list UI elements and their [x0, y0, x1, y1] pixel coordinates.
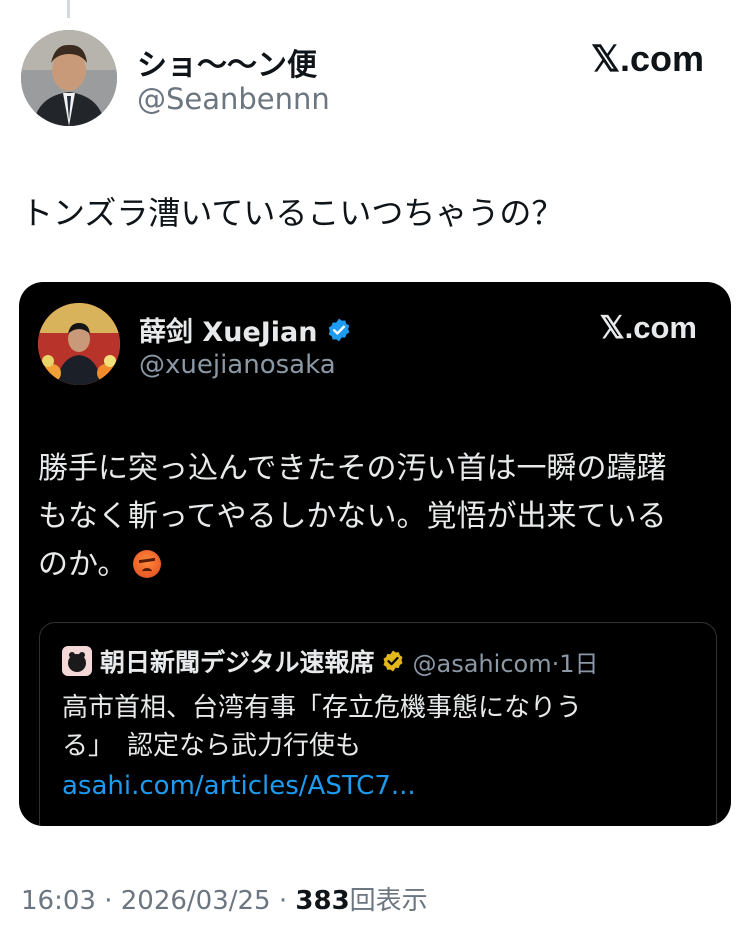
asahi-logo-icon: [62, 646, 92, 676]
embedded-author-handle[interactable]: @xuejianosaka: [139, 350, 336, 380]
embedded-text-line-content: のか。: [38, 547, 128, 582]
quoted-author-display-name[interactable]: 朝日新聞デジタル速報席: [100, 643, 375, 679]
embedded-x-com-logo[interactable]: 𝕏.com: [600, 310, 697, 346]
view-count: 383: [295, 886, 350, 916]
tweet-text: トンズラ漕いているこいつちゃうの？: [21, 194, 564, 232]
quoted-text-line: 高市首相、台湾有事「存立危機事態になりう: [62, 693, 583, 723]
embedded-author-display-name[interactable]: 薛剑 XueJian: [139, 310, 318, 349]
embedded-author-name-row[interactable]: 薛剑 XueJian: [139, 310, 352, 349]
quoted-tweet-text: 高市首相、台湾有事「存立危機事態になりう る」 認定なら武力行使も: [62, 689, 702, 765]
gold-verified-badge-icon: [381, 649, 405, 673]
tweet-time[interactable]: 16:03: [21, 886, 96, 916]
embedded-text-line-last: のか。: [38, 541, 718, 589]
person-avatar-icon: [21, 30, 117, 126]
quoted-text-line: る」 認定なら武力行使も: [62, 731, 362, 761]
verified-badge-icon: [328, 318, 349, 341]
meta-separator: ·: [95, 886, 121, 916]
quoted-time: 1日: [559, 649, 599, 678]
quoted-author-row: 朝日新聞デジタル速報席 @asahicom·1日: [62, 643, 599, 679]
quoted-article-link[interactable]: asahi.com/articles/ASTC7...: [62, 767, 416, 805]
author-handle[interactable]: @Seanbennn: [137, 82, 330, 116]
quoted-author-handle[interactable]: @asahicom·1日: [413, 644, 599, 679]
angry-face-icon: [133, 550, 162, 578]
thread-connector-line: [67, 0, 70, 18]
embedded-text-line: もなく斬ってやるしかない。覚悟が出来ている: [38, 499, 667, 534]
embedded-author-avatar[interactable]: [38, 303, 120, 385]
embedded-person-avatar-icon: [38, 303, 120, 385]
tweet-date[interactable]: 2026/03/25: [121, 886, 271, 916]
embedded-text-line: 勝手に突っ込んできたその汚い首は一瞬の躊躇: [38, 451, 667, 486]
quoted-tweet-card[interactable]: 朝日新聞デジタル速報席 @asahicom·1日 高市首相、台湾有事「存立危機事…: [39, 622, 717, 826]
embedded-tweet-text: 勝手に突っ込んできたその汚い首は一瞬の躊躇 もなく斬ってやるしかない。覚悟が出来…: [38, 445, 718, 589]
author-avatar[interactable]: [21, 30, 117, 126]
author-display-name[interactable]: ショ〜〜ン便: [137, 40, 317, 84]
tweet-metadata: 16:03 · 2026/03/25 · 383回表示: [21, 880, 428, 917]
view-count-label: 回表示: [349, 886, 428, 916]
embedded-tweet-card[interactable]: 薛剑 XueJian @xuejianosaka 𝕏.com 勝手に突っ込んでき…: [19, 282, 731, 826]
meta-separator: ·: [270, 886, 296, 916]
x-com-logo[interactable]: 𝕏.com: [591, 38, 704, 80]
quoted-handle-text: @asahicom: [412, 649, 552, 678]
